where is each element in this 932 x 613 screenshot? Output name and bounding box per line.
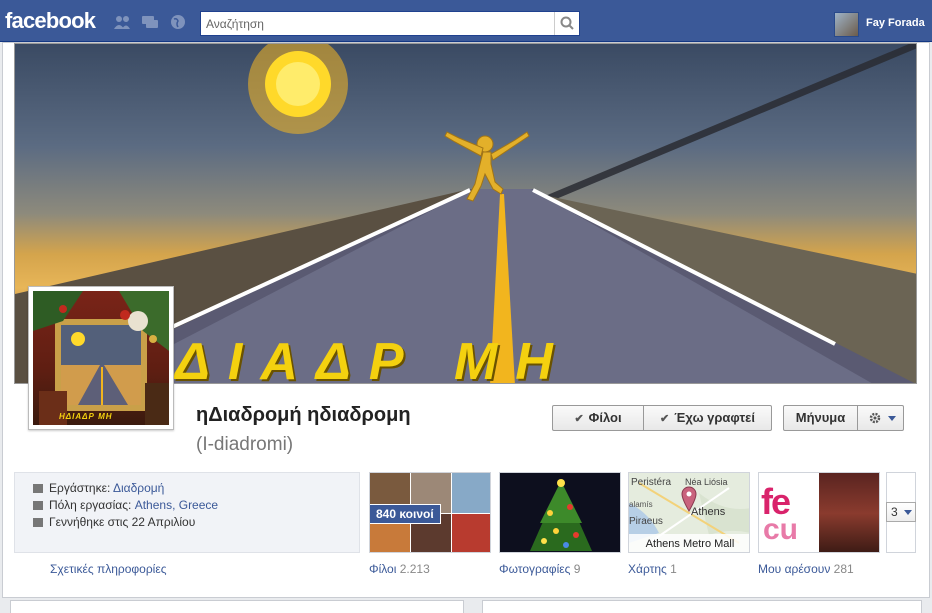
friend-photo <box>452 514 490 552</box>
friend-requests-icon[interactable] <box>113 14 131 30</box>
liked-page-photo <box>819 473 879 552</box>
photos-app-label-text: Φωτογραφίες <box>499 562 571 576</box>
work-prefix: Εργάστηκε: <box>49 481 111 495</box>
birthday-text: Γεννήθηκε στις 22 Απριλίου <box>49 515 196 529</box>
map-app-label[interactable]: Χάρτης 1 <box>628 562 677 576</box>
user-avatar[interactable] <box>834 12 859 37</box>
photos-app-thumb[interactable] <box>499 472 621 553</box>
timeline-left-column <box>10 600 464 613</box>
more-apps-count: 3 <box>891 505 898 519</box>
messages-icon[interactable] <box>141 14 159 30</box>
check-icon: ✔ <box>660 413 670 425</box>
search-icon <box>560 16 574 30</box>
search-input[interactable] <box>201 12 555 35</box>
message-button[interactable]: Μήνυμα <box>783 405 858 431</box>
city-link[interactable]: Athens, Greece <box>135 498 218 512</box>
christmas-tree-photo <box>530 479 592 551</box>
cover-title: ΔΙΑΔΡ ΜΗ <box>175 333 571 384</box>
settings-dropdown-button[interactable] <box>857 405 904 431</box>
map-label-peristeri: Peristéra <box>631 477 672 488</box>
message-button-label: Μήνυμα <box>795 410 846 425</box>
likes-count: 281 <box>833 562 854 576</box>
photos-count: 9 <box>573 562 581 576</box>
profile-thumb-caption: ΗΔΙΑΔΡ ΜΗ <box>59 412 113 421</box>
profile-picture-image: ΗΔΙΑΔΡ ΜΗ <box>33 291 169 425</box>
friends-app-label[interactable]: Φίλοι 2.213 <box>369 562 430 576</box>
friends-button-label: Φίλοι <box>588 410 622 425</box>
map-label-piraeus: Piraeus <box>629 516 663 527</box>
about-link[interactable]: Σχετικές πληροφορίες <box>50 562 166 576</box>
work-link[interactable]: Διαδρομή <box>113 481 164 495</box>
about-summary: Εργάστηκε: Διαδρομή Πόλη εργασίας: Athen… <box>14 472 360 553</box>
city-prefix: Πόλη εργασίας: <box>49 498 132 512</box>
sun-icon <box>248 44 348 134</box>
following-button[interactable]: ✔ Έχω γραφτεί <box>643 405 772 431</box>
top-bar: facebook Fay Forada <box>0 0 932 42</box>
user-name[interactable]: Fay Forada <box>866 17 925 29</box>
common-friends-badge: 840 κοινοί <box>370 504 441 524</box>
search-box[interactable] <box>200 11 580 36</box>
profile-picture[interactable]: ΗΔΙΑΔΡ ΜΗ <box>28 286 174 430</box>
profile-name[interactable]: ηΔιαδρομή ηδιαδρομη <box>196 404 411 427</box>
calendar-icon <box>33 518 43 527</box>
notifications-globe-icon[interactable] <box>169 14 187 30</box>
likes-app-label[interactable]: Μου αρέσουν 281 <box>758 562 854 576</box>
liked-page-logo: fe cu <box>759 473 819 552</box>
likes-app-thumb[interactable]: fe cu <box>758 472 880 553</box>
likes-app-label-text: Μου αρέσουν <box>758 562 831 576</box>
search-button[interactable] <box>554 12 579 35</box>
profile-alternate-name: (I-diadromi) <box>196 434 294 455</box>
map-app-label-text: Χάρτης <box>628 562 667 576</box>
friend-photo <box>452 473 490 513</box>
more-apps-dropdown[interactable]: 3 <box>886 502 916 522</box>
christmas-frame-illustration <box>33 291 169 425</box>
chevron-down-icon <box>904 510 912 515</box>
map-count: 1 <box>670 562 677 576</box>
chevron-down-icon <box>887 416 896 421</box>
map-pin-icon <box>681 486 697 512</box>
building-icon <box>33 501 43 510</box>
friends-app-label-text: Φίλοι <box>369 562 397 576</box>
map-app-thumb[interactable]: Peristéra Néa Liósia alamís Piraeus Athe… <box>628 472 750 553</box>
friends-app-thumb[interactable]: 840 κοινοί <box>369 472 491 553</box>
briefcase-icon <box>33 484 43 493</box>
gear-icon <box>869 412 896 424</box>
photos-app-label[interactable]: Φωτογραφίες 9 <box>499 562 580 576</box>
following-button-label: Έχω γραφτεί <box>674 410 755 425</box>
friends-count: 2.213 <box>399 562 430 576</box>
map-label-salamis: alamís <box>629 500 653 509</box>
birthday-line: Γεννήθηκε στις 22 Απριλίου <box>33 515 195 529</box>
facebook-logo[interactable]: facebook <box>5 8 96 34</box>
check-icon: ✔ <box>574 413 584 425</box>
city-line: Πόλη εργασίας: Athens, Greece <box>33 498 218 512</box>
map-place-name: Athens Metro Mall <box>629 534 749 552</box>
friend-actions: ✔ Φίλοι ✔ Έχω γραφτεί <box>552 405 772 431</box>
work-line: Εργάστηκε: Διαδρομή <box>33 481 164 495</box>
friends-button[interactable]: ✔ Φίλοι <box>552 405 644 431</box>
timeline-right-column <box>482 600 922 613</box>
